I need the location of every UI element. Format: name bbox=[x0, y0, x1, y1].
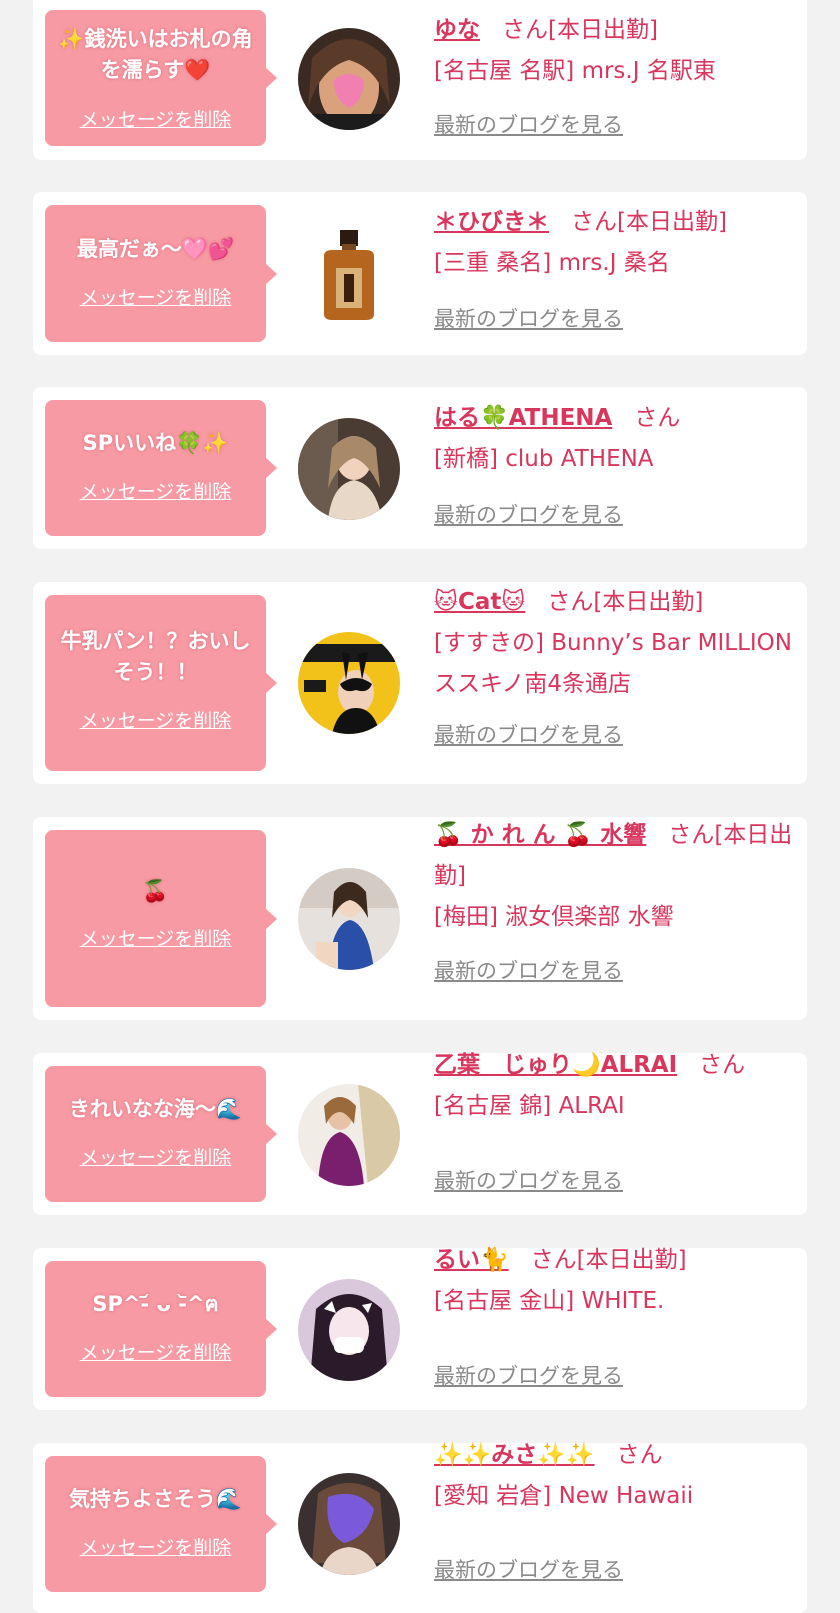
message-text: ✨銭洗いはお札の角を濡らす❤️ bbox=[58, 27, 253, 82]
avatar-photo-icon bbox=[298, 1279, 400, 1381]
shop-name: [新橋] club ATHENA bbox=[434, 446, 654, 472]
latest-blog-link[interactable]: 最新のブログを見る bbox=[434, 501, 623, 529]
avatar-photo-icon bbox=[298, 418, 400, 520]
cast-name-link[interactable]: ゆな bbox=[434, 17, 480, 43]
shop-name: [愛知 岩倉] New Hawaii bbox=[434, 1483, 694, 1509]
avatar[interactable] bbox=[298, 28, 400, 130]
delete-message-link[interactable]: メッセージを削除 bbox=[45, 1536, 266, 1560]
message-card: SP^-᷄ ᴗ -᷅^ฅ メッセージを削除 るい🐈 さん[本日出勤] [名古屋 金… bbox=[33, 1247, 807, 1410]
avatar[interactable] bbox=[298, 1473, 400, 1575]
cast-info: 🐱Cat🐱 さん[本日出勤] [すすきの] Bunny’s Bar MILLION… bbox=[434, 582, 796, 705]
latest-blog-link[interactable]: 最新のブログを見る bbox=[434, 721, 623, 749]
cast-status: さん[本日出勤] bbox=[502, 17, 658, 43]
message-card: 牛乳パン！？おいしそう！！ メッセージを削除 🐱Cat🐱 さん[本日出勤] [すす… bbox=[33, 582, 807, 784]
cast-info: るい🐈 さん[本日出勤] [名古屋 金山] WHITE. bbox=[434, 1240, 796, 1322]
shop-name: [名古屋 名駅] mrs.J 名駅東 bbox=[434, 58, 716, 84]
latest-blog-link[interactable]: 最新のブログを見る bbox=[434, 1556, 623, 1584]
avatar-photo-icon bbox=[298, 28, 400, 130]
latest-blog-link[interactable]: 最新のブログを見る bbox=[434, 957, 623, 985]
delete-message-link[interactable]: メッセージを削除 bbox=[45, 1341, 266, 1365]
cast-name-link[interactable]: ＊ひびき＊ bbox=[434, 209, 549, 235]
message-card: 気持ちよさそう🌊 メッセージを削除 ✨✨みさ✨✨ さん [愛知 岩倉] New H… bbox=[33, 1442, 807, 1613]
cast-name-link[interactable]: 🐱Cat🐱 bbox=[434, 589, 525, 615]
cast-status: さん[本日出勤] bbox=[547, 589, 704, 615]
delete-message-link[interactable]: メッセージを削除 bbox=[45, 286, 266, 310]
cast-info: 🍒 か れ ん 🍒 水響 さん[本日出勤] [梅田] 淑女倶楽部 水響 bbox=[434, 815, 796, 938]
cast-info: ✨✨みさ✨✨ さん [愛知 岩倉] New Hawaii bbox=[434, 1435, 796, 1517]
cast-name-link[interactable]: ✨✨みさ✨✨ bbox=[434, 1442, 595, 1468]
message-card: 🍒 メッセージを削除 🍒 か れ ん 🍒 水響 さん[本日出勤] [梅田] 淑女倶… bbox=[33, 817, 807, 1020]
message-bubble: SP^-᷄ ᴗ -᷅^ฅ メッセージを削除 bbox=[45, 1261, 277, 1397]
cast-name-link[interactable]: 🍒 か れ ん 🍒 水響 bbox=[434, 822, 646, 848]
cast-info: ＊ひびき＊ さん[本日出勤] [三重 桑名] mrs.J 桑名 bbox=[434, 202, 796, 284]
message-bubble: 牛乳パン！？おいしそう！！ メッセージを削除 bbox=[45, 595, 277, 771]
avatar[interactable] bbox=[298, 868, 400, 970]
avatar-photo-icon bbox=[298, 1084, 400, 1186]
delete-message-link[interactable]: メッセージを削除 bbox=[45, 1146, 266, 1170]
message-bubble: ✨銭洗いはお札の角を濡らす❤️ メッセージを削除 bbox=[45, 10, 277, 146]
cast-name-link[interactable]: 乙葉 じゅり🌙ALRAI bbox=[434, 1052, 677, 1078]
message-text: SP^-᷄ ᴗ -᷅^ฅ bbox=[92, 1292, 219, 1316]
shop-name: [梅田] 淑女倶楽部 水響 bbox=[434, 904, 674, 930]
message-text: 牛乳パン！？おいしそう！！ bbox=[60, 629, 251, 684]
message-text: 🍒 bbox=[142, 879, 169, 903]
latest-blog-link[interactable]: 最新のブログを見る bbox=[434, 1167, 623, 1195]
magazine-cover-icon bbox=[298, 632, 400, 734]
cast-status: さん[本日出勤] bbox=[571, 209, 727, 235]
latest-blog-link[interactable]: 最新のブログを見る bbox=[434, 1362, 623, 1390]
shop-name: [名古屋 錦] ALRAI bbox=[434, 1093, 625, 1119]
avatar[interactable] bbox=[298, 1084, 400, 1186]
message-card: きれいなな海〜🌊 メッセージを削除 乙葉 じゅり🌙ALRAI さん [名古屋 錦]… bbox=[33, 1052, 807, 1215]
message-text: きれいなな海〜🌊 bbox=[68, 1097, 243, 1121]
message-text: 気持ちよさそう🌊 bbox=[68, 1487, 243, 1511]
message-card: SPいいね🍀✨ メッセージを削除 はる🍀ATHENA さん [新橋] club A… bbox=[33, 387, 807, 549]
cast-info: はる🍀ATHENA さん [新橋] club ATHENA bbox=[434, 398, 796, 480]
delete-message-link[interactable]: メッセージを削除 bbox=[45, 709, 266, 733]
latest-blog-link[interactable]: 最新のブログを見る bbox=[434, 111, 623, 139]
message-text: SPいいね🍀✨ bbox=[82, 431, 229, 455]
cast-name-link[interactable]: はる🍀ATHENA bbox=[434, 405, 612, 431]
message-bubble: きれいなな海〜🌊 メッセージを削除 bbox=[45, 1066, 277, 1202]
avatar-photo-icon bbox=[298, 868, 400, 970]
cast-status: さん bbox=[634, 405, 681, 431]
message-card: 最高だぁ〜🩷💕 メッセージを削除 ＊ひびき＊ さん[本日出勤] [三重 桑名] m… bbox=[33, 192, 807, 355]
avatar[interactable] bbox=[298, 418, 400, 520]
cast-status: さん[本日出勤] bbox=[530, 1247, 687, 1273]
avatar[interactable] bbox=[298, 632, 400, 734]
avatar-photo-icon bbox=[298, 1473, 400, 1575]
cast-name-link[interactable]: るい🐈 bbox=[434, 1247, 509, 1273]
avatar[interactable] bbox=[298, 1279, 400, 1381]
message-bubble: 🍒 メッセージを削除 bbox=[45, 830, 277, 1007]
shop-name: [三重 桑名] mrs.J 桑名 bbox=[434, 250, 670, 276]
shop-name: [すすきの] Bunny’s Bar MILLION ススキノ南4条通店 bbox=[434, 630, 792, 697]
message-bubble: SPいいね🍀✨ メッセージを削除 bbox=[45, 400, 277, 536]
cast-info: 乙葉 じゅり🌙ALRAI さん [名古屋 錦] ALRAI bbox=[434, 1045, 796, 1127]
latest-blog-link[interactable]: 最新のブログを見る bbox=[434, 305, 623, 333]
delete-message-link[interactable]: メッセージを削除 bbox=[45, 927, 266, 951]
whisky-bottle-icon bbox=[298, 222, 400, 324]
message-text: 最高だぁ〜🩷💕 bbox=[76, 237, 235, 261]
delete-message-link[interactable]: メッセージを削除 bbox=[45, 108, 266, 132]
message-card: ✨銭洗いはお札の角を濡らす❤️ メッセージを削除 ゆな さん[本日出勤] [名古屋… bbox=[33, 0, 807, 160]
cast-status: さん bbox=[699, 1052, 746, 1078]
message-bubble: 最高だぁ〜🩷💕 メッセージを削除 bbox=[45, 205, 277, 342]
message-list: ✨銭洗いはお札の角を濡らす❤️ メッセージを削除 ゆな さん[本日出勤] [名古屋… bbox=[0, 0, 840, 1613]
message-bubble: 気持ちよさそう🌊 メッセージを削除 bbox=[45, 1456, 277, 1592]
avatar[interactable] bbox=[298, 222, 400, 324]
delete-message-link[interactable]: メッセージを削除 bbox=[45, 480, 266, 504]
shop-name: [名古屋 金山] WHITE. bbox=[434, 1288, 665, 1314]
cast-status: さん bbox=[616, 1442, 663, 1468]
cast-info: ゆな さん[本日出勤] [名古屋 名駅] mrs.J 名駅東 bbox=[434, 10, 796, 92]
